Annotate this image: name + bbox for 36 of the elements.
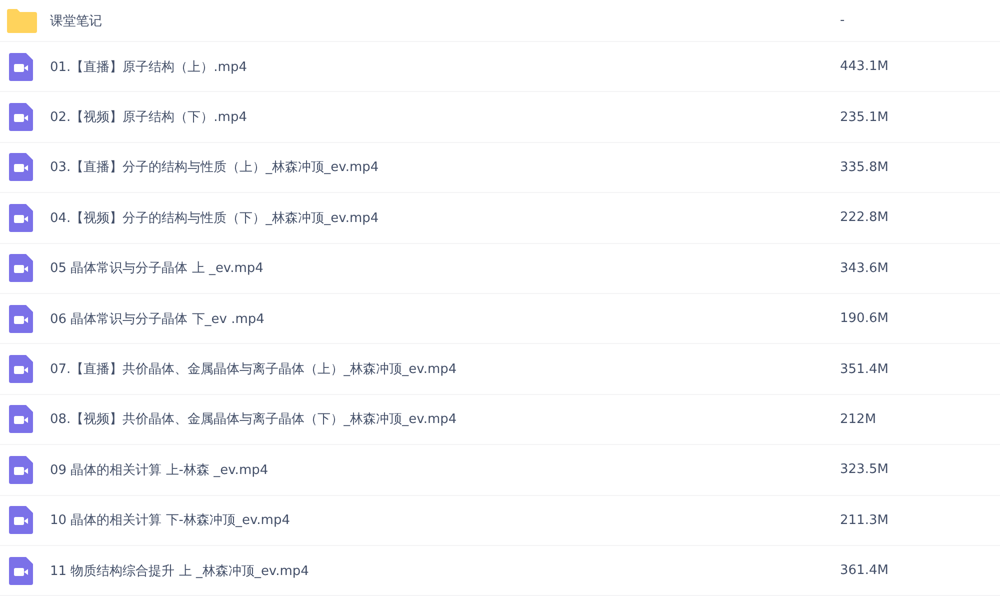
file-size: 235.1M: [840, 110, 888, 125]
file-size: 222.8M: [840, 210, 888, 226]
file-name[interactable]: 10 晶体的相关计算 下-林森冲顶_ev.mp4: [50, 511, 840, 530]
file-size: 211.3M: [840, 512, 888, 528]
file-name[interactable]: 06 晶体常识与分子晶体 下_ev .mp4: [50, 310, 840, 328]
file-size: 361.4M: [840, 563, 888, 578]
file-name[interactable]: 08.【视频】共价晶体、金属晶体与离子晶体（下）_林森冲顶_ev.mp4: [50, 410, 840, 428]
file-name[interactable]: 03.【直播】分子的结构与性质（上）_林森冲顶_ev.mp4: [50, 158, 840, 176]
video-file-icon: [9, 254, 33, 282]
file-size: 335.8M: [840, 160, 888, 175]
file-name[interactable]: 07.【直播】共价晶体、金属晶体与离子晶体（上）_林森冲顶_ev.mp4: [50, 360, 840, 378]
file-size: 351.4M: [840, 362, 888, 377]
file-name[interactable]: 01.【直播】原子结构（上）.mp4: [50, 58, 840, 76]
file-size: 443.1M: [840, 59, 888, 74]
file-name[interactable]: 09 晶体的相关计算 上-林森 _ev.mp4: [50, 460, 840, 479]
video-file-icon: [9, 204, 33, 232]
file-name[interactable]: 04.【视频】分子的结构与性质（下）_林森冲顶_ev.mp4: [50, 208, 840, 227]
video-file-icon: [9, 556, 33, 585]
video-file-icon: [9, 456, 33, 484]
video-file-icon: [9, 355, 33, 384]
file-size: 323.5M: [840, 462, 888, 478]
file-size: 212M: [840, 412, 876, 427]
file-size: -: [840, 13, 845, 28]
video-file-icon: [9, 103, 33, 132]
file-name[interactable]: 课堂笔记: [50, 12, 840, 30]
file-name[interactable]: 11 物质结构综合提升 上 _林森冲顶_ev.mp4: [50, 562, 840, 580]
file-name[interactable]: 05 晶体常识与分子晶体 上 _ev.mp4: [50, 259, 840, 278]
video-file-icon: [9, 405, 33, 434]
file-size: 343.6M: [840, 260, 888, 276]
folder-icon: [7, 8, 37, 32]
video-file-icon: [9, 304, 33, 333]
video-file-icon: [9, 52, 33, 81]
video-file-icon: [9, 153, 33, 182]
file-size: 190.6M: [840, 311, 888, 326]
video-file-icon: [9, 506, 33, 534]
file-name[interactable]: 02.【视频】原子结构（下）.mp4: [50, 108, 840, 126]
